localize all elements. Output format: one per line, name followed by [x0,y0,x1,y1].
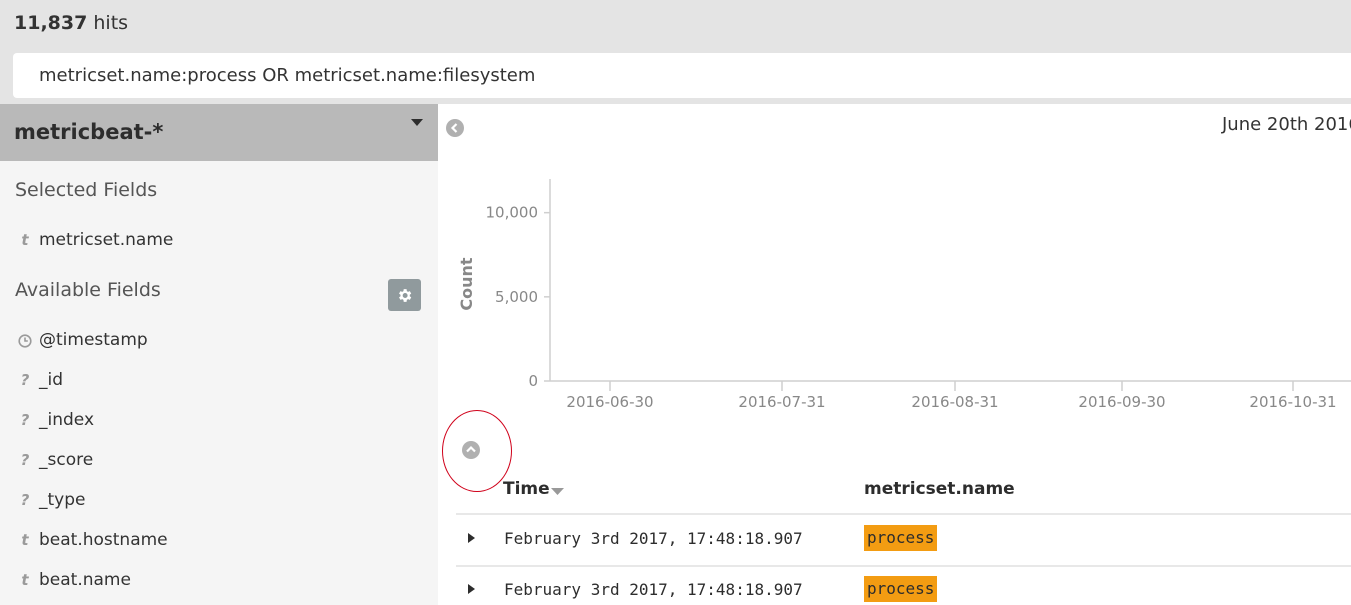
time-range-label: June 20th 2016 [1222,114,1351,135]
row-metricset-badge: process [864,525,938,551]
table-row: February 3rd 2017, 17:48:18.907 process [456,515,1351,565]
y-tick-label: 5,000 [495,288,538,306]
collapse-chart-icon[interactable] [462,441,480,459]
available-field-beat-name[interactable]: t beat.name [0,567,438,597]
field-name: beat.name [39,570,131,590]
row-time: February 3rd 2017, 17:48:18.907 [504,529,803,548]
available-field-index[interactable]: ? _index [0,407,438,437]
field-sidebar: metricbeat-* Selected Fields t metricset… [0,104,438,605]
column-header-time[interactable]: Time [503,479,550,499]
collapse-sidebar-icon[interactable] [446,119,464,137]
row-time: February 3rd 2017, 17:48:18.907 [504,580,803,599]
y-tick-label: 10,000 [486,204,539,222]
top-bar: 11,837 hits [0,0,1351,104]
hit-count-label: hits [93,12,129,34]
unknown-type-icon: ? [20,371,30,389]
field-name: _score [39,450,94,470]
available-field-type[interactable]: ? _type [0,487,438,517]
x-tick-label: 2016-08-31 [911,393,998,411]
search-query-input[interactable] [13,53,1351,98]
hit-count-number: 11,837 [14,12,88,34]
expand-row-icon[interactable] [468,584,476,594]
field-name: _id [39,370,64,390]
histogram-chart: 0 5,000 10,000 2016-06-30 2016-07-31 2016-08-… [457,179,1351,411]
available-fields-title: Available Fields [15,279,161,301]
row-metricset-badge: process [864,576,938,602]
field-name: _type [39,490,86,510]
field-name: beat.hostname [39,530,168,550]
index-pattern-selector[interactable]: metricbeat-* [0,104,438,161]
table-row: February 3rd 2017, 17:48:18.907 process [456,566,1351,605]
column-header-metricset-name[interactable]: metricset.name [864,479,1015,499]
field-name: @timestamp [39,330,148,350]
selected-field-metricset-name[interactable]: t metricset.name [0,227,438,257]
y-tick-label: 0 [528,372,538,390]
available-field-score[interactable]: ? _score [0,447,438,477]
gear-icon [399,289,412,302]
string-type-icon: t [21,531,29,549]
hit-count: 11,837 hits [14,12,128,34]
available-field-timestamp[interactable]: @timestamp [0,327,438,357]
clock-icon [18,334,32,348]
field-settings-button[interactable] [388,279,421,311]
y-axis-label: Count [457,257,476,311]
index-pattern-name: metricbeat-* [14,120,164,144]
string-type-icon: t [21,231,29,249]
field-name: _index [39,410,95,430]
x-tick-label: 2016-06-30 [566,393,653,411]
unknown-type-icon: ? [20,411,30,429]
x-tick-label: 2016-09-30 [1078,393,1165,411]
string-type-icon: t [21,571,29,589]
caret-down-icon [411,119,423,126]
unknown-type-icon: ? [20,451,30,469]
available-field-id[interactable]: ? _id [0,367,438,397]
x-tick-label: 2016-10-31 [1249,393,1336,411]
x-tick-label: 2016-07-31 [738,393,825,411]
sort-down-icon[interactable] [551,488,564,496]
expand-row-icon[interactable] [468,533,476,543]
discover-main: June 20th 2016 0 5,000 10,000 2016-06-30 201… [438,104,1351,605]
available-field-beat-hostname[interactable]: t beat.hostname [0,527,438,557]
unknown-type-icon: ? [20,491,30,509]
selected-fields-title: Selected Fields [15,179,158,201]
field-name: metricset.name [39,230,174,250]
